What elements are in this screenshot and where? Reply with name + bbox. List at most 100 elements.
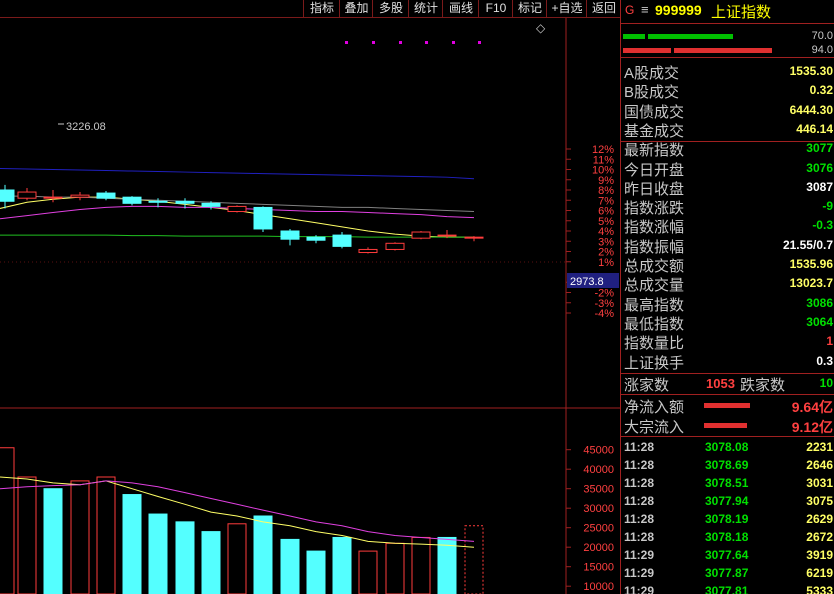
price-axis-label: 1% (598, 257, 614, 269)
quote-row-value: 3077 (806, 141, 833, 156)
divider (621, 23, 834, 24)
menu-icon[interactable]: ≡ (641, 2, 649, 17)
netflow-bar (704, 403, 750, 408)
quote-panel: G ≡ 999999 上证指数 70.0 94.0 A股成交 1535.30 B股成… (620, 0, 834, 594)
tick-time: 11:29 (624, 548, 655, 562)
tick-time: 11:28 (624, 476, 655, 490)
quote-row-label: 基金成交 (624, 122, 685, 140)
red-bar-short (623, 48, 671, 53)
volume-axis-label: 10000 (583, 581, 614, 593)
tick-vol: 2231 (806, 440, 833, 454)
volume-bar-down (306, 550, 326, 594)
candle-up (358, 248, 378, 254)
toolbar-back-button[interactable]: 返回 (586, 0, 621, 17)
quote-row-label: 指数振幅 (624, 238, 685, 256)
tick-price: 3078.18 (705, 530, 749, 544)
tick-vol: 6219 (806, 566, 833, 580)
quote-row-value: -0.3 (812, 218, 833, 233)
quote-row-value: 21.55/0.7 (782, 237, 833, 252)
fall-value: 10 (819, 376, 833, 390)
quote-row: 最新指数 3077 (621, 139, 834, 160)
tick-time: 11:29 (624, 584, 655, 594)
volume-axis-label: 30000 (583, 503, 614, 515)
toolbar-multistock-button[interactable]: 多股 (372, 0, 409, 17)
fall-label: 跌家数 (740, 377, 786, 394)
stock-name: 上证指数 (711, 4, 772, 21)
volume-bar-up (0, 447, 15, 594)
toolbar-drawline-button[interactable]: 画线 (442, 0, 479, 17)
tick-price: 3077.81 (705, 584, 749, 594)
tick-price: 3077.87 (705, 566, 749, 580)
quote-row-label: A股成交 (624, 65, 680, 82)
tick-row: 11:28 3078.51 3031 (621, 474, 834, 492)
volume-bar-up (358, 550, 378, 594)
candle-up (43, 196, 63, 199)
red-bar-long (674, 48, 772, 53)
quote-header: G ≡ 999999 上证指数 (621, 0, 834, 22)
toolbar-statistics-button[interactable]: 统计 (408, 0, 443, 17)
tick-vol: 3919 (806, 548, 833, 562)
quote-row-value: 0.32 (809, 83, 833, 98)
g-label[interactable]: G (625, 3, 634, 17)
toolbar-addfav-button[interactable]: +自选 (546, 0, 587, 17)
quote-row: 指数涨幅 -0.3 (621, 216, 834, 236)
quote-row: 国债成交 6444.30 (621, 101, 834, 121)
quote-row-label: 最新指数 (624, 142, 685, 160)
quote-row: 指数涨跌 -9 (621, 197, 834, 217)
quote-row: 指数振幅 21.55/0.7 (621, 236, 834, 256)
candle-up (464, 236, 484, 239)
candle-down (332, 234, 352, 247)
candle-down (175, 200, 195, 204)
volume-axis-label: 15000 (583, 562, 614, 574)
candle-up (411, 231, 431, 239)
volume-bar-down (43, 488, 63, 594)
toolbar-indicator-button[interactable]: 指标 (303, 0, 340, 17)
marker-dot (452, 41, 455, 44)
candle-down (96, 192, 116, 199)
quote-row-label: 总成交额 (624, 258, 685, 275)
quote-row-label: 指数量比 (624, 335, 685, 353)
candle-up (385, 242, 405, 250)
tick-price: 3078.51 (705, 476, 749, 490)
quote-row-value: 3076 (806, 160, 833, 175)
quote-row-value: 6444.30 (789, 102, 833, 117)
tick-time: 11:28 (624, 530, 655, 544)
volume-bar-up (464, 525, 484, 594)
tick-time: 11:28 (624, 458, 655, 472)
tick-vol: 3075 (806, 494, 833, 508)
quote-row: 昨日收盘 3087 (621, 178, 834, 198)
divider (621, 394, 834, 395)
volume-axis-label: 45000 (583, 445, 614, 457)
bar2-value: 94.0 (811, 44, 833, 56)
volume-bar-down (122, 494, 142, 594)
quote-row-label: 上证换手 (624, 354, 685, 372)
bar1-value: 70.0 (811, 30, 833, 42)
tick-price: 3077.64 (705, 548, 749, 562)
tick-time: 11:28 (624, 440, 655, 454)
tick-price: 3078.19 (705, 512, 749, 526)
tick-row: 11:29 3077.64 3919 (621, 546, 834, 564)
candle-down (253, 206, 273, 230)
toolbar-overlay-button[interactable]: 叠加 (339, 0, 373, 17)
candle-up (70, 194, 90, 198)
volume-bar-down (280, 538, 300, 594)
high-annotation: 3226.08 (66, 121, 106, 133)
chart-area[interactable]: 12%11%10%9%8%7%6%5%4%3%2%1%-1%-2%-3%-4%2… (0, 0, 620, 594)
toolbar-f10-button[interactable]: F10 (478, 0, 513, 17)
volume-bar-down (201, 531, 221, 594)
marker-dot (399, 41, 402, 44)
tick-vol: 2629 (806, 512, 833, 526)
block-label: 大宗流入 (624, 419, 685, 436)
rise-value: 1053 (706, 376, 735, 391)
toolbar-mark-button[interactable]: 标记 (512, 0, 547, 17)
quote-row: 最低指数 3064 (621, 313, 834, 333)
candle-up (17, 191, 37, 199)
quote-row-value: 0.3 (816, 353, 833, 368)
quote-row-value: -9 (822, 199, 833, 214)
volume-bar-up (17, 476, 37, 594)
tick-row: 11:28 3078.19 2629 (621, 510, 834, 528)
volume-bar-up (96, 476, 116, 594)
price-axis-label: -4% (594, 308, 614, 320)
netflow-label: 净流入额 (624, 399, 685, 416)
candle-down (306, 236, 326, 241)
